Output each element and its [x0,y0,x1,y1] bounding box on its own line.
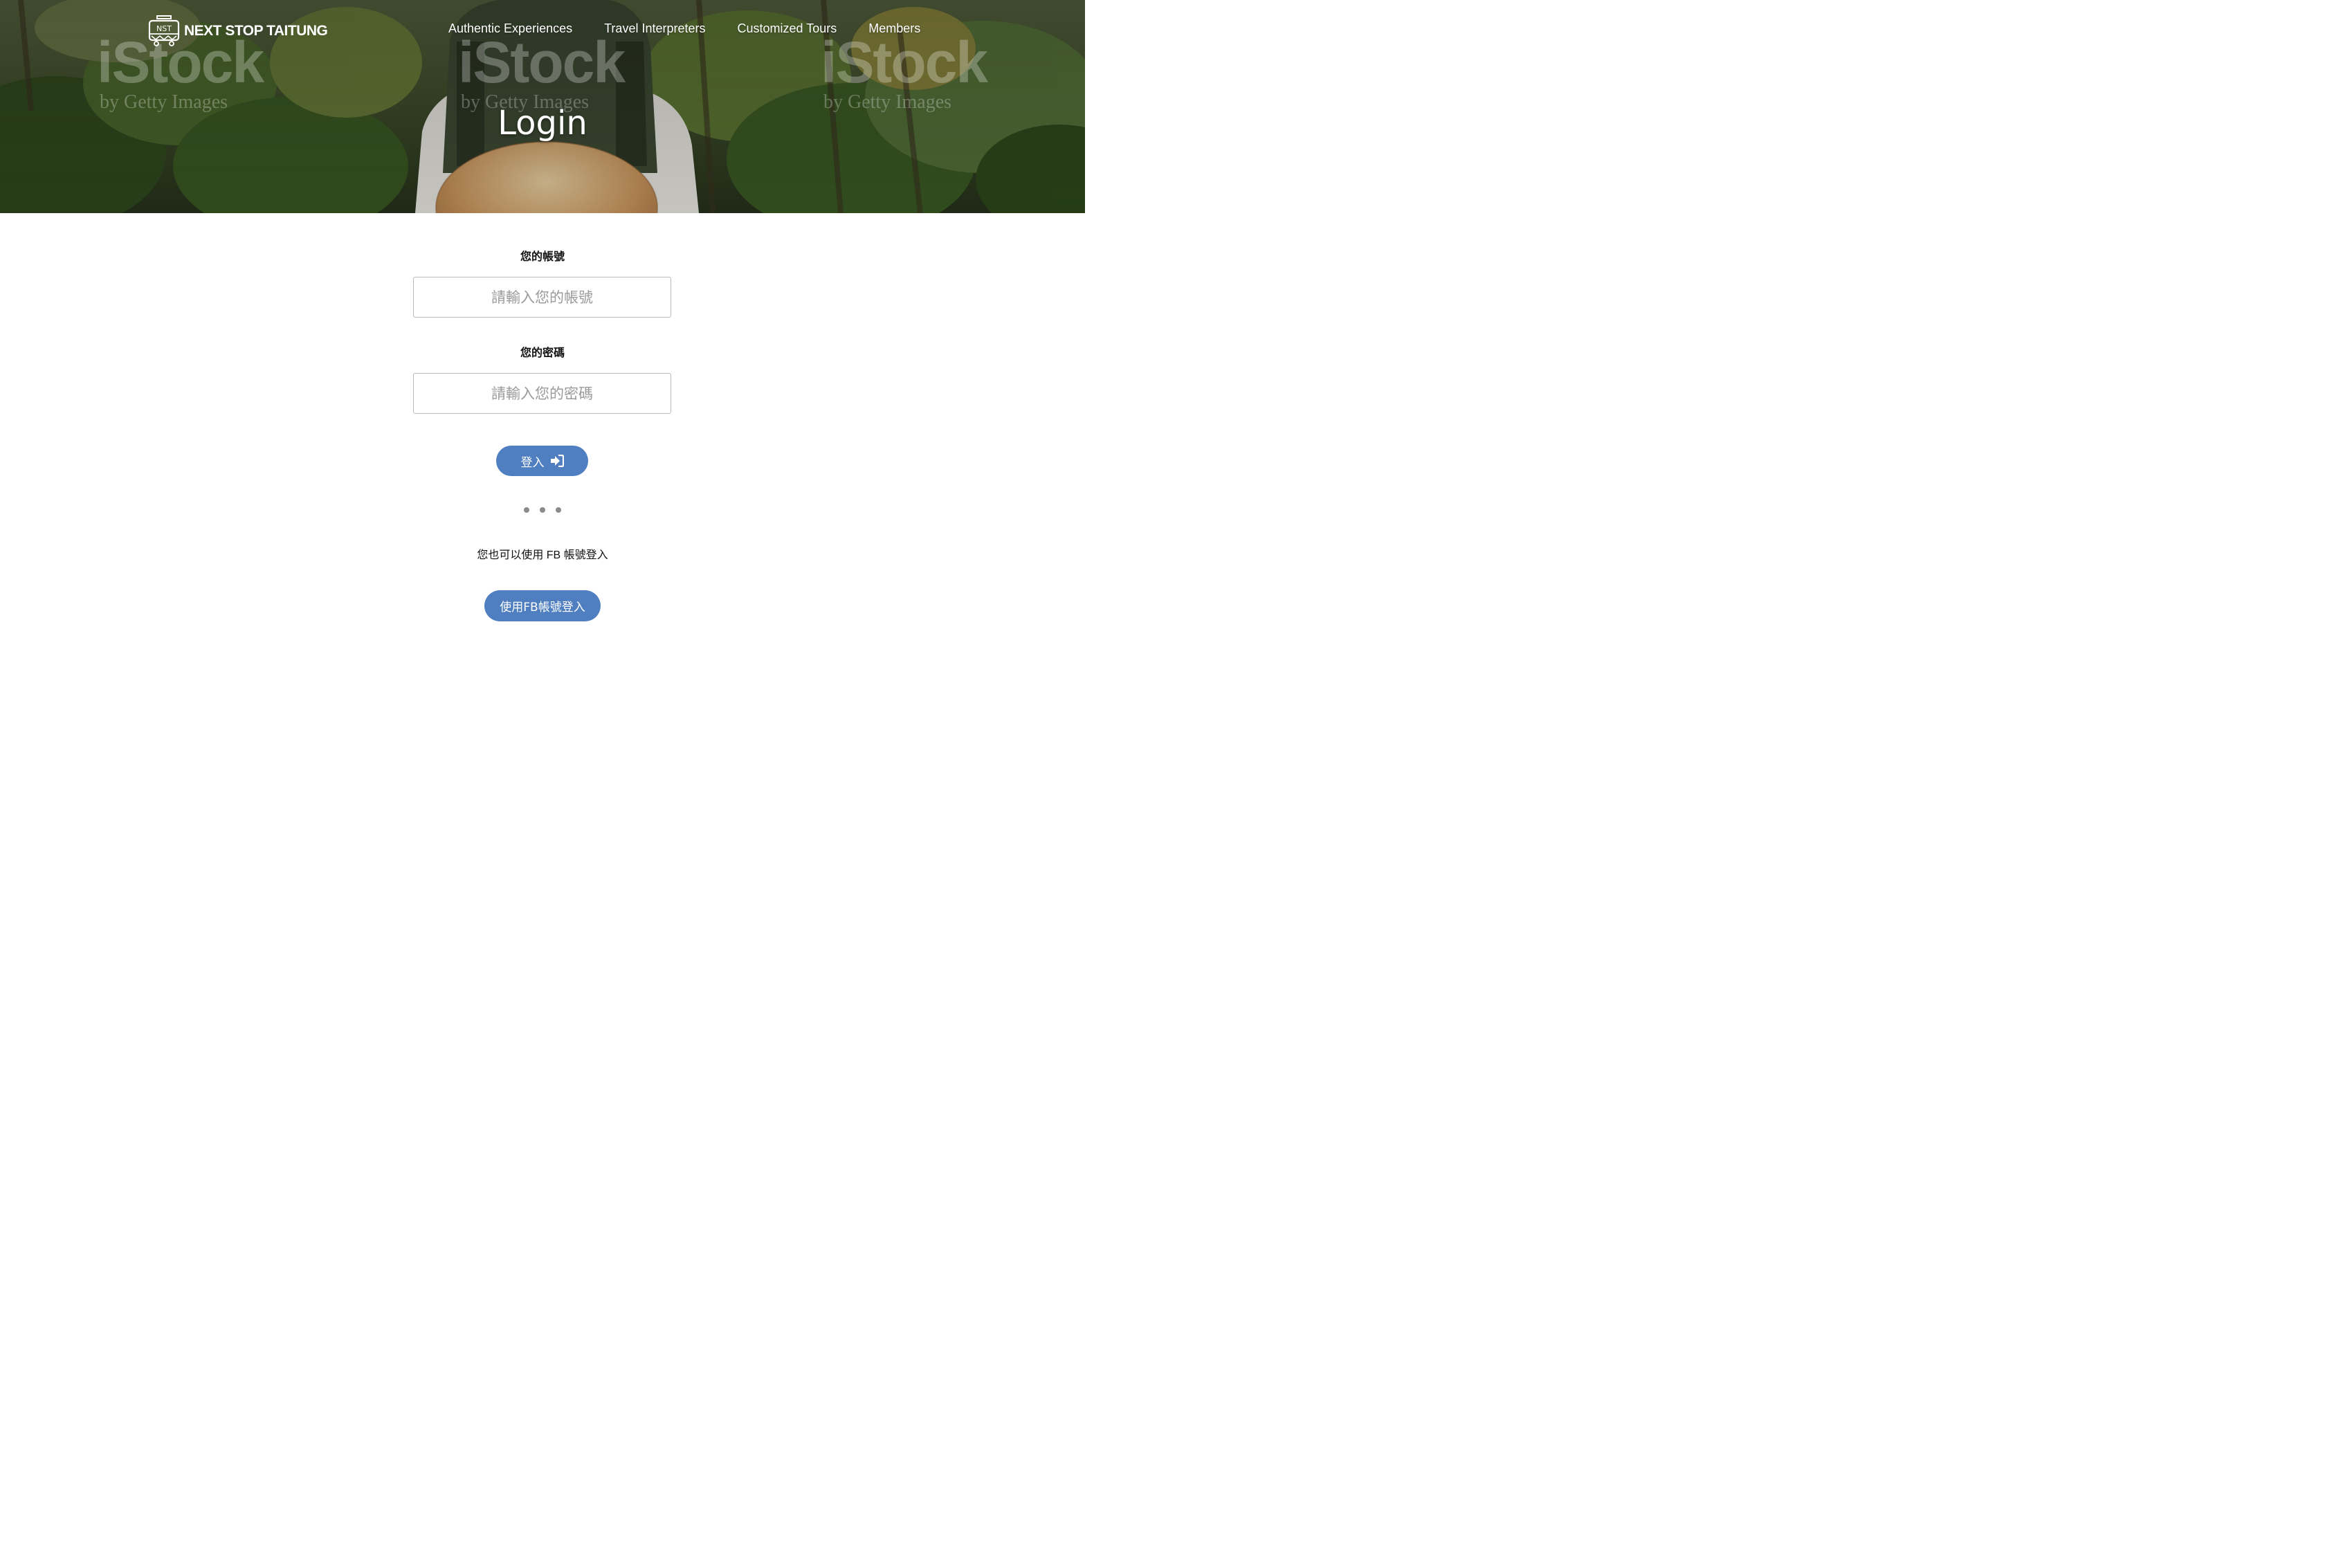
account-label: 您的帳號 [520,251,565,263]
password-label: 您的密碼 [520,347,565,359]
login-form: 您的帳號 您的密碼 登入 您也可以使用 FB 帳號登入 使用FB帳號登入 [0,213,1085,731]
nav-item-members[interactable]: Members [868,21,920,36]
nav-item-travel-interpreters[interactable]: Travel Interpreters [604,21,705,36]
separator-dot [540,507,545,513]
brand-name: NEXT STOP TAITUNG [184,23,328,39]
nav-item-customized-tours[interactable]: Customized Tours [738,21,837,36]
nav-item-authentic-experiences[interactable]: Authentic Experiences [448,21,572,36]
istock-watermark: iStock by Getty Images [458,30,626,112]
main-nav: Authentic Experiences Travel Interpreter… [448,21,920,36]
sign-in-icon [550,455,564,467]
login-button-label: 登入 [520,455,545,470]
account-input[interactable] [413,277,671,318]
hero-banner: iStock by Getty Images iStock by Getty I… [0,0,1085,213]
separator-dots [0,507,1085,513]
watermark-brand: iStock [821,30,988,95]
login-button[interactable]: 登入 [496,446,588,476]
page-title: Login [498,104,587,143]
brand-logo[interactable]: NST NEXT STOP TAITUNG [148,15,328,47]
separator-dot [556,507,561,513]
fb-login-note: 您也可以使用 FB 帳號登入 [477,549,608,561]
istock-watermark: iStock by Getty Images [821,30,988,112]
separator-dot [524,507,529,513]
watermark-brand: iStock [458,30,626,95]
tram-icon: NST [148,15,180,46]
fb-login-button[interactable]: 使用FB帳號登入 [484,590,601,621]
logo-mark-text: NST [156,24,172,33]
password-input[interactable] [413,373,671,414]
login-page: iStock by Getty Images iStock by Getty I… [0,0,1085,731]
